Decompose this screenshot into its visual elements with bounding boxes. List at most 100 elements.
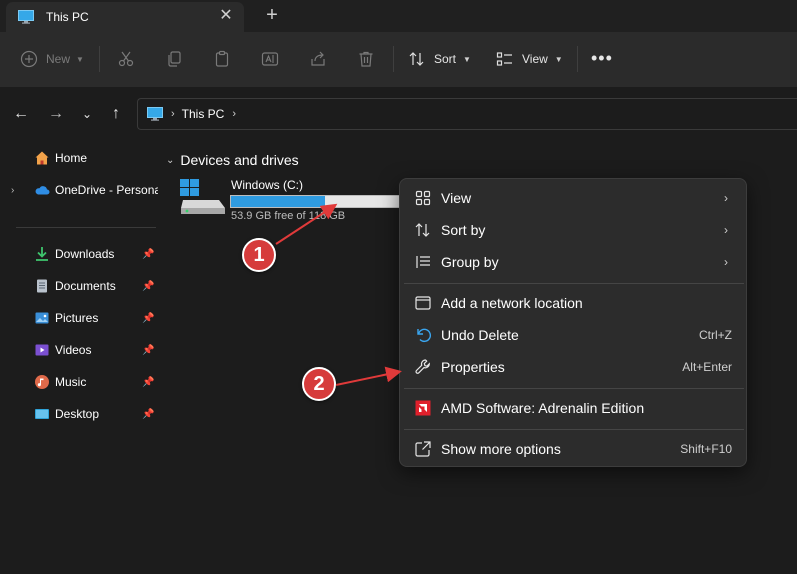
- sidebar-item-documents[interactable]: Documents 📌: [0, 274, 160, 298]
- menu-item-show-more-options[interactable]: Show more options Shift+F10: [404, 434, 742, 464]
- drive-usage-fill: [231, 196, 325, 207]
- monitor-icon: [18, 10, 34, 24]
- tab-bar: This PC ✕ +: [0, 0, 797, 32]
- breadcrumb-this-pc[interactable]: This PC: [182, 107, 225, 121]
- chevron-down-icon: ▼: [76, 54, 84, 64]
- pin-icon[interactable]: 📌: [142, 409, 154, 420]
- sidebar-item-onedrive[interactable]: › OneDrive - Persona: [0, 178, 160, 202]
- back-arrow-icon[interactable]: ←: [13, 106, 29, 122]
- navigation-bar: ← → ⌄ ↑ › This PC ›: [0, 87, 797, 142]
- group-list-icon: [414, 253, 432, 271]
- sidebar-item-desktop[interactable]: Desktop 📌: [0, 402, 160, 426]
- view-label: View: [522, 52, 548, 66]
- view-button[interactable]: View ▼: [496, 47, 563, 71]
- close-tab-icon[interactable]: ✕: [218, 8, 234, 24]
- menu-item-add-network-location[interactable]: Add a network location: [404, 288, 742, 318]
- menu-item-shortcut: Shift+F10: [680, 442, 732, 456]
- sidebar-item-videos[interactable]: Videos 📌: [0, 338, 160, 362]
- chevron-right-icon: ›: [724, 191, 728, 205]
- onedrive-cloud-icon: [34, 182, 50, 198]
- plus-circle-icon: [20, 50, 38, 68]
- grid-icon: [414, 189, 432, 207]
- drive-item-windows-c[interactable]: Windows (C:) 53.9 GB free of 118 GB: [176, 176, 406, 230]
- sort-icon: [414, 221, 432, 239]
- sidebar-item-pictures[interactable]: Pictures 📌: [0, 306, 160, 330]
- clipboard-icon: [215, 50, 229, 67]
- menu-item-label: View: [441, 190, 472, 206]
- menu-item-label: Add a network location: [441, 295, 583, 311]
- menu-item-view[interactable]: View ›: [404, 183, 742, 213]
- menu-divider: [404, 388, 744, 389]
- context-menu: View › Sort by › Group by › Add a networ…: [399, 178, 747, 467]
- pin-icon[interactable]: 📌: [142, 345, 154, 356]
- tab-title: This PC: [46, 10, 89, 24]
- chevron-down-icon: ▼: [463, 54, 471, 64]
- new-tab-icon[interactable]: +: [263, 5, 281, 25]
- menu-item-label: Show more options: [441, 441, 561, 457]
- sidebar-item-label: OneDrive - Persona: [55, 183, 158, 197]
- menu-item-undo-delete[interactable]: Undo Delete Ctrl+Z: [404, 320, 742, 350]
- devices-and-drives-header[interactable]: ⌄ Devices and drives: [166, 152, 299, 168]
- menu-item-label: Group by: [441, 254, 499, 270]
- pin-icon[interactable]: 📌: [142, 313, 154, 324]
- menu-item-sort-by[interactable]: Sort by ›: [404, 215, 742, 245]
- trash-icon: [359, 51, 373, 67]
- delete-button[interactable]: [357, 47, 375, 71]
- section-title: Devices and drives: [180, 152, 299, 168]
- menu-item-shortcut: Ctrl+Z: [699, 328, 732, 342]
- chevron-right-icon[interactable]: ›: [232, 108, 236, 120]
- sidebar-item-home[interactable]: Home: [0, 146, 160, 170]
- share-icon: [311, 51, 325, 66]
- pin-icon[interactable]: 📌: [142, 377, 154, 388]
- view-list-icon: [496, 52, 512, 66]
- tab-this-pc[interactable]: This PC ✕: [6, 2, 244, 32]
- new-button[interactable]: New ▼: [20, 47, 84, 71]
- sidebar-item-music[interactable]: Music 📌: [0, 370, 160, 394]
- chevron-right-icon: ›: [724, 255, 728, 269]
- download-icon: [34, 246, 50, 262]
- menu-item-label: Undo Delete: [441, 327, 519, 343]
- drive-name: Windows (C:): [231, 178, 304, 192]
- rename-icon: [261, 52, 279, 66]
- navigation-pane: Home › OneDrive - Persona Downloads 📌 Do…: [0, 142, 160, 574]
- pin-icon[interactable]: 📌: [142, 249, 154, 260]
- open-external-icon: [414, 440, 432, 458]
- annotation-arrow-2: [335, 366, 402, 386]
- copy-button[interactable]: [165, 47, 183, 71]
- drive-free-space: 53.9 GB free of 118 GB: [231, 210, 346, 222]
- menu-item-label: AMD Software: Adrenalin Edition: [441, 400, 645, 416]
- forward-arrow-icon[interactable]: →: [48, 106, 64, 122]
- sort-button[interactable]: Sort ▼: [408, 47, 471, 71]
- chevron-right-icon[interactable]: ›: [11, 185, 14, 196]
- callout-badge-2: 2: [302, 367, 336, 401]
- rename-button[interactable]: [261, 47, 279, 71]
- menu-item-label: Sort by: [441, 222, 486, 238]
- toolbar-divider: [577, 46, 578, 72]
- menu-item-shortcut: Alt+Enter: [682, 360, 732, 374]
- chevron-down-icon[interactable]: ⌄: [166, 155, 174, 166]
- paste-button[interactable]: [213, 47, 231, 71]
- sidebar-item-label: Home: [55, 151, 88, 165]
- music-icon: [34, 374, 50, 390]
- toolbar-divider: [99, 46, 100, 72]
- chevron-right-icon[interactable]: ›: [171, 108, 175, 120]
- pin-icon[interactable]: 📌: [142, 281, 154, 292]
- recent-locations-chevron-icon[interactable]: ⌄: [79, 106, 95, 122]
- sort-arrows-icon: [409, 52, 424, 66]
- scissors-icon: [118, 51, 134, 67]
- sidebar-divider: [16, 227, 156, 228]
- video-icon: [34, 342, 50, 358]
- amd-logo-icon: [414, 399, 432, 417]
- menu-divider: [404, 429, 744, 430]
- cut-button[interactable]: [117, 47, 135, 71]
- menu-item-group-by[interactable]: Group by ›: [404, 247, 742, 277]
- menu-item-amd-software[interactable]: AMD Software: Adrenalin Edition: [404, 393, 742, 423]
- more-options-icon[interactable]: •••: [591, 49, 613, 67]
- menu-divider: [404, 283, 744, 284]
- sidebar-item-downloads[interactable]: Downloads 📌: [0, 242, 160, 266]
- address-bar[interactable]: › This PC ›: [137, 98, 797, 130]
- up-arrow-icon[interactable]: ↑: [108, 106, 124, 122]
- home-icon: [34, 150, 50, 166]
- menu-item-properties[interactable]: Properties Alt+Enter: [404, 352, 742, 382]
- share-button[interactable]: [309, 47, 327, 71]
